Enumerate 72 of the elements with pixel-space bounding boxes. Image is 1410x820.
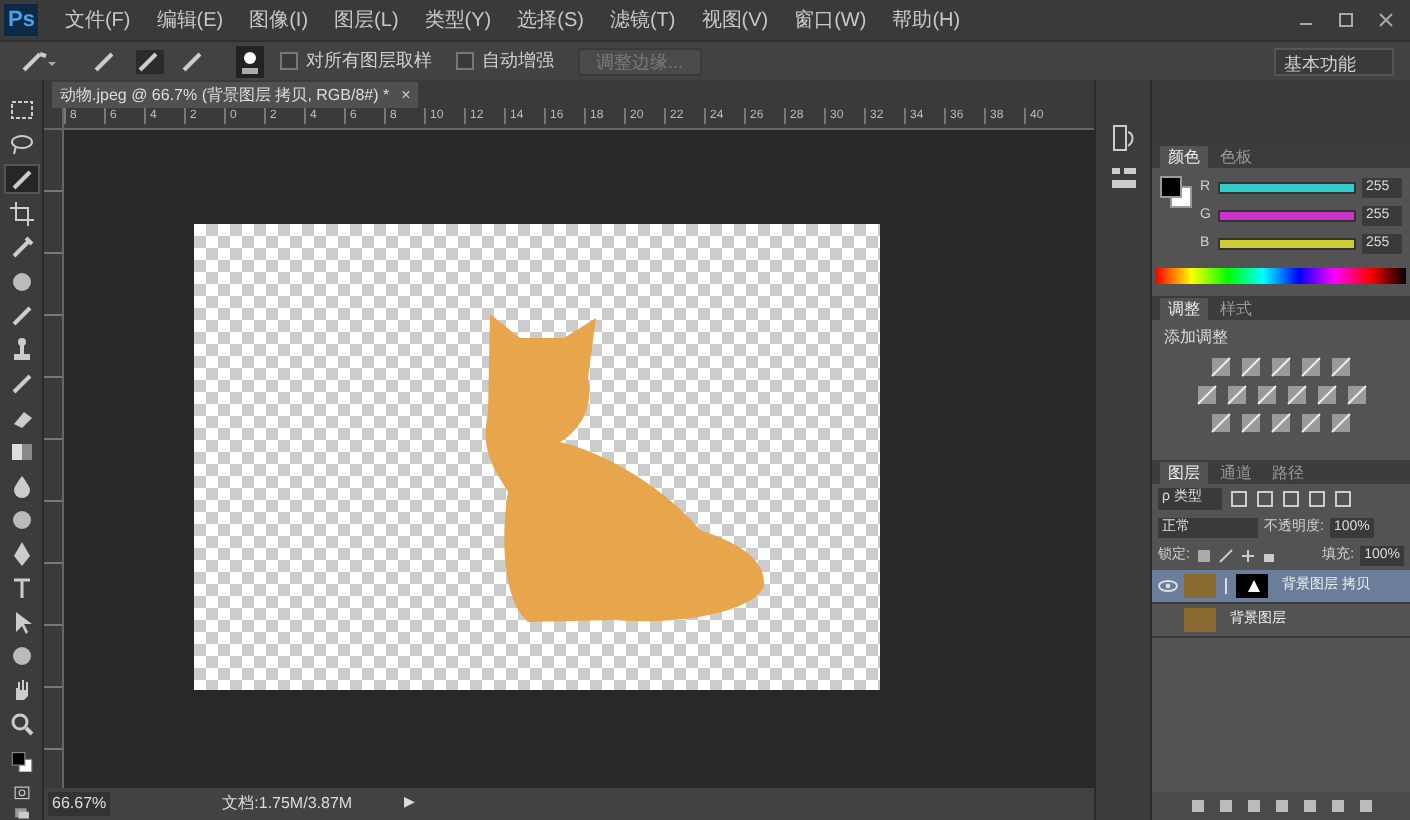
color-swatches-icon[interactable]: [1160, 176, 1192, 208]
brush-size-icon[interactable]: [236, 45, 264, 77]
menu-item[interactable]: 视图(V): [701, 5, 769, 35]
layer-thumbnail: [1184, 608, 1216, 632]
panel-tab[interactable]: 色板: [1212, 146, 1260, 168]
brush-icon: [7, 370, 35, 398]
checkbox[interactable]: [280, 52, 298, 70]
brush-icon: [7, 302, 35, 330]
checkbox[interactable]: [456, 52, 474, 70]
zoom-level[interactable]: 66.67%: [48, 792, 111, 816]
menu-item[interactable]: 窗口(W): [794, 5, 867, 35]
checkbox-label: 对所有图层取样: [306, 47, 432, 74]
dropper-icon: [7, 234, 35, 262]
eye-icon[interactable]: [1158, 580, 1178, 592]
adjustment-icon[interactable]: [1270, 356, 1292, 378]
menu-item[interactable]: 文件(F): [64, 5, 131, 35]
brush-icon[interactable]: [136, 49, 164, 73]
close-icon[interactable]: ×: [401, 83, 411, 107]
history-icon[interactable]: [1109, 124, 1137, 152]
checkbox-label: 自动增强: [482, 47, 554, 74]
panel-tab[interactable]: 路径: [1264, 462, 1312, 484]
document-size: 文档:1.75M/3.87M: [222, 792, 353, 816]
maximize-icon[interactable]: [1338, 12, 1354, 28]
adjustment-icon[interactable]: [1345, 384, 1367, 406]
menu-item[interactable]: 图层(L): [334, 5, 399, 35]
panel-heading: 添加调整: [1164, 326, 1230, 350]
blob-icon: [7, 506, 35, 534]
adjustment-icon[interactable]: [1225, 384, 1247, 406]
layer-thumbnail: [1184, 574, 1216, 598]
adjustment-icon[interactable]: [1210, 412, 1232, 434]
adjustment-icon[interactable]: [1300, 412, 1322, 434]
adjustment-icon[interactable]: [1195, 384, 1217, 406]
lasso-icon: [7, 130, 35, 158]
workspace-dropdown[interactable]: 基本功能: [1274, 47, 1394, 75]
blob-icon: [7, 642, 35, 670]
panel-tab[interactable]: 样式: [1212, 298, 1260, 320]
mask-thumbnail-icon[interactable]: [1236, 574, 1268, 598]
crop-icon: [7, 200, 35, 228]
panel-tab[interactable]: 图层: [1160, 462, 1208, 484]
menu-item[interactable]: 类型(Y): [424, 5, 492, 35]
properties-icon[interactable]: [1109, 164, 1137, 192]
adjustment-icon[interactable]: [1270, 412, 1292, 434]
adjustment-icon[interactable]: [1330, 356, 1352, 378]
adjustment-icon[interactable]: [1210, 356, 1232, 378]
lock-options-icon[interactable]: [1195, 548, 1276, 564]
adjustment-icon[interactable]: [1315, 384, 1337, 406]
adjustment-icon[interactable]: [1255, 384, 1277, 406]
adjustment-icon[interactable]: [1240, 412, 1262, 434]
panel-tab[interactable]: 颜色: [1160, 146, 1208, 168]
menu-item[interactable]: 图像(I): [249, 5, 309, 35]
zoom-icon: [7, 710, 35, 738]
menu-item[interactable]: 帮助(H): [892, 5, 961, 35]
menu-item[interactable]: 编辑(E): [156, 5, 224, 35]
adjustment-icon[interactable]: [1300, 356, 1322, 378]
menu-item[interactable]: 选择(S): [517, 5, 584, 35]
gradient-icon: [7, 438, 35, 466]
app-logo: Ps: [4, 3, 39, 37]
tool-button[interactable]: [3, 164, 39, 194]
brush-icon: [7, 165, 35, 193]
close-icon[interactable]: [1378, 12, 1394, 28]
adjustment-icon[interactable]: [1285, 384, 1307, 406]
adjustment-icon[interactable]: [1240, 356, 1262, 378]
marquee-icon: [7, 96, 35, 124]
panel-tab[interactable]: 调整: [1160, 298, 1208, 320]
adjustment-icon[interactable]: [1330, 412, 1352, 434]
panel-tab[interactable]: 通道: [1212, 462, 1260, 484]
blob-icon: [7, 268, 35, 296]
document-tab[interactable]: 动物.jpeg @ 66.7% (背景图层 拷贝, RGB/8#) * ×: [52, 82, 419, 108]
menu-item[interactable]: 滤镜(T): [609, 5, 676, 35]
color-spectrum[interactable]: [1156, 268, 1406, 284]
brush-icon[interactable]: [20, 49, 56, 73]
link-icon[interactable]: [1222, 576, 1230, 596]
